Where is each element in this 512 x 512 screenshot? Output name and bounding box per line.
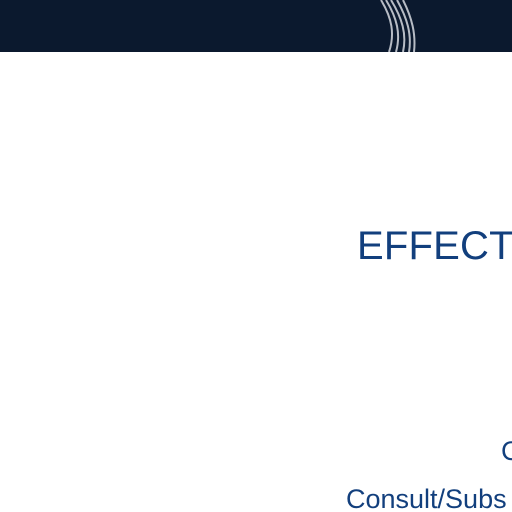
curved-lines-graphic: [380, 0, 416, 52]
slide-text-line-1: C: [501, 436, 512, 466]
slide-text-line-2: Consult/Subs: [346, 484, 507, 512]
slide-title: EFFECT: [357, 224, 512, 268]
header-bar: [0, 0, 512, 52]
